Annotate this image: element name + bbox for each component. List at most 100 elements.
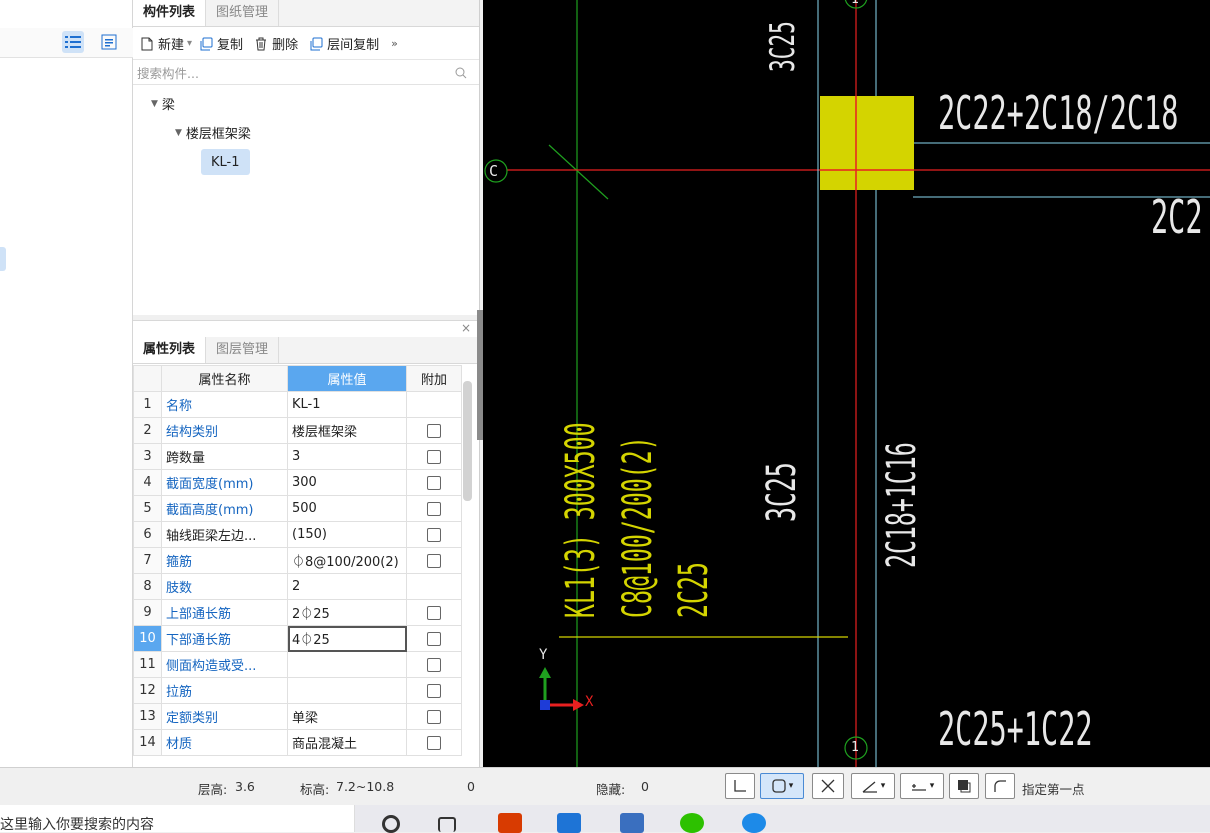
vertical-right-rebar-text[interactable]: 2C18+1C16	[879, 442, 925, 568]
row-number[interactable]: 13	[133, 703, 162, 730]
property-row[interactable]: 8 肢数 2	[133, 573, 462, 600]
property-row[interactable]: 3 跨数量 3	[133, 443, 462, 470]
property-value[interactable]: ⏀8@100/200(2)	[287, 547, 407, 574]
row-number[interactable]: 6	[133, 521, 162, 548]
property-scrollbar[interactable]	[463, 381, 472, 501]
floor-copy-button[interactable]: 层间复制	[308, 34, 379, 53]
center-rebar-text[interactable]: 3C25	[759, 462, 805, 522]
row-number[interactable]: 11	[133, 651, 162, 678]
property-value[interactable]: 商品混凝土	[287, 729, 407, 756]
property-row[interactable]: 5 截面高度(mm) 500	[133, 495, 462, 522]
row-number[interactable]: 5	[133, 495, 162, 522]
property-value[interactable]: 2	[287, 573, 407, 600]
chevron-down-icon[interactable]: ▾	[187, 38, 192, 49]
list-view-icon[interactable]	[62, 31, 84, 53]
detail-view-icon[interactable]	[98, 31, 120, 53]
row-number[interactable]: 4	[133, 469, 162, 496]
chevron-down-icon[interactable]: ▾	[881, 781, 886, 791]
wechat-icon[interactable]	[680, 813, 704, 833]
expand-icon[interactable]: ▼	[151, 99, 158, 109]
property-row[interactable]: 2 结构类别 楼层框架梁	[133, 417, 462, 444]
property-value[interactable]: 单梁	[287, 703, 407, 730]
ortho-button[interactable]	[725, 773, 755, 799]
property-row[interactable]: 9 上部通长筋 2⏀25	[133, 599, 462, 626]
extra-checkbox[interactable]	[427, 605, 441, 620]
property-value[interactable]: 楼层框架梁	[287, 417, 407, 444]
arc-button[interactable]	[985, 773, 1015, 799]
extra-checkbox[interactable]	[427, 553, 441, 568]
column-header-value[interactable]: 属性值	[287, 365, 407, 392]
row-number[interactable]: 7	[133, 547, 162, 574]
tree-node-kl1[interactable]: KL-1	[201, 149, 250, 175]
top-bar-text[interactable]: 2C25	[671, 562, 717, 618]
property-row[interactable]: 1 名称 KL-1	[133, 391, 462, 418]
top-right-rebar-text[interactable]: 2C22+2C18/2C18	[938, 86, 1178, 140]
snap-button[interactable]: ▾	[760, 773, 804, 799]
browser-icon[interactable]	[742, 813, 766, 833]
extra-checkbox[interactable]	[427, 449, 441, 464]
tab-drawing-management[interactable]: 图纸管理	[206, 0, 280, 26]
chevron-down-icon[interactable]: ▾	[930, 781, 935, 791]
property-value[interactable]: (150)	[287, 521, 407, 548]
extra-checkbox[interactable]	[427, 501, 441, 516]
property-row[interactable]: 4 截面宽度(mm) 300	[133, 469, 462, 496]
property-row[interactable]: 11 侧面构造或受...	[133, 651, 462, 678]
delete-button[interactable]: 删除	[253, 34, 298, 53]
property-value[interactable]: 3	[287, 443, 407, 470]
beam-name-text[interactable]: KL1(3) 300X500	[558, 422, 604, 618]
more-tools-icon[interactable]: »	[391, 37, 398, 50]
extra-checkbox[interactable]	[427, 657, 441, 672]
component-search-input[interactable]: 搜索构件...	[133, 61, 479, 85]
property-value[interactable]: KL-1	[287, 391, 407, 418]
extra-checkbox[interactable]	[427, 423, 441, 438]
stirrup-text[interactable]: C8@100/200(2)	[615, 436, 661, 618]
extra-checkbox[interactable]	[427, 631, 441, 646]
extra-checkbox[interactable]	[427, 683, 441, 698]
office-icon[interactable]	[498, 813, 522, 833]
extra-checkbox[interactable]	[427, 527, 441, 542]
search-icon[interactable]	[455, 67, 467, 79]
tree-node-floor-frame-beam[interactable]: ▼ 楼层框架梁	[175, 123, 251, 142]
close-icon[interactable]: ×	[461, 321, 471, 335]
tree-node-beam[interactable]: ▼ 梁	[151, 94, 175, 113]
selected-item-marker[interactable]	[0, 247, 6, 271]
tab-property-list[interactable]: 属性列表	[133, 337, 207, 363]
property-row[interactable]: 6 轴线距梁左边... (150)	[133, 521, 462, 548]
property-value[interactable]: 500	[287, 495, 407, 522]
tab-component-list[interactable]: 构件列表	[133, 0, 207, 26]
row-number[interactable]: 14	[133, 729, 162, 756]
top-rebar-text[interactable]: 3C25	[763, 21, 803, 72]
row-number[interactable]: 12	[133, 677, 162, 704]
chevron-down-icon[interactable]: ▾	[789, 781, 794, 791]
row-number[interactable]: 2	[133, 417, 162, 444]
cortana-icon[interactable]	[382, 815, 400, 833]
mid-right-rebar-text[interactable]: 2C2	[1151, 190, 1203, 244]
app-t-icon[interactable]	[557, 813, 581, 833]
column-header-extra[interactable]: 附加	[406, 365, 462, 392]
property-value[interactable]	[287, 677, 407, 704]
extra-checkbox[interactable]	[427, 735, 441, 750]
angle-button[interactable]: ▾	[851, 773, 895, 799]
app-map-icon[interactable]	[620, 813, 644, 833]
row-number[interactable]: 9	[133, 599, 162, 626]
copy-button[interactable]: 复制	[198, 34, 243, 53]
view-button[interactable]	[949, 773, 979, 799]
property-value[interactable]: 300	[287, 469, 407, 496]
new-button[interactable]: 新建 ▾	[139, 34, 192, 53]
property-row[interactable]: 7 箍筋 ⏀8@100/200(2)	[133, 547, 462, 574]
row-number[interactable]: 10	[133, 625, 162, 652]
property-value[interactable]: 4⏀25	[287, 625, 407, 652]
property-row[interactable]: 14 材质 商品混凝土	[133, 729, 462, 756]
taskbar-search-box[interactable]: 这里输入你要搜索的内容	[0, 805, 355, 832]
tab-layer-management[interactable]: 图层管理	[206, 337, 280, 363]
cad-drawing-canvas[interactable]: C 1 1 3C25 2C22+2C18/2C18 2C2 KL1(3) 300…	[483, 0, 1210, 767]
row-number[interactable]: 8	[133, 573, 162, 600]
property-row[interactable]: 13 定额类别 单梁	[133, 703, 462, 730]
expand-icon[interactable]: ▼	[175, 128, 182, 138]
row-number[interactable]: 1	[133, 391, 162, 418]
dimension-button[interactable]: ▾	[900, 773, 944, 799]
bottom-right-rebar-text[interactable]: 2C25+1C22	[938, 702, 1093, 756]
row-number[interactable]: 3	[133, 443, 162, 470]
property-row[interactable]: 10 下部通长筋 4⏀25	[133, 625, 462, 652]
extra-checkbox[interactable]	[427, 709, 441, 724]
